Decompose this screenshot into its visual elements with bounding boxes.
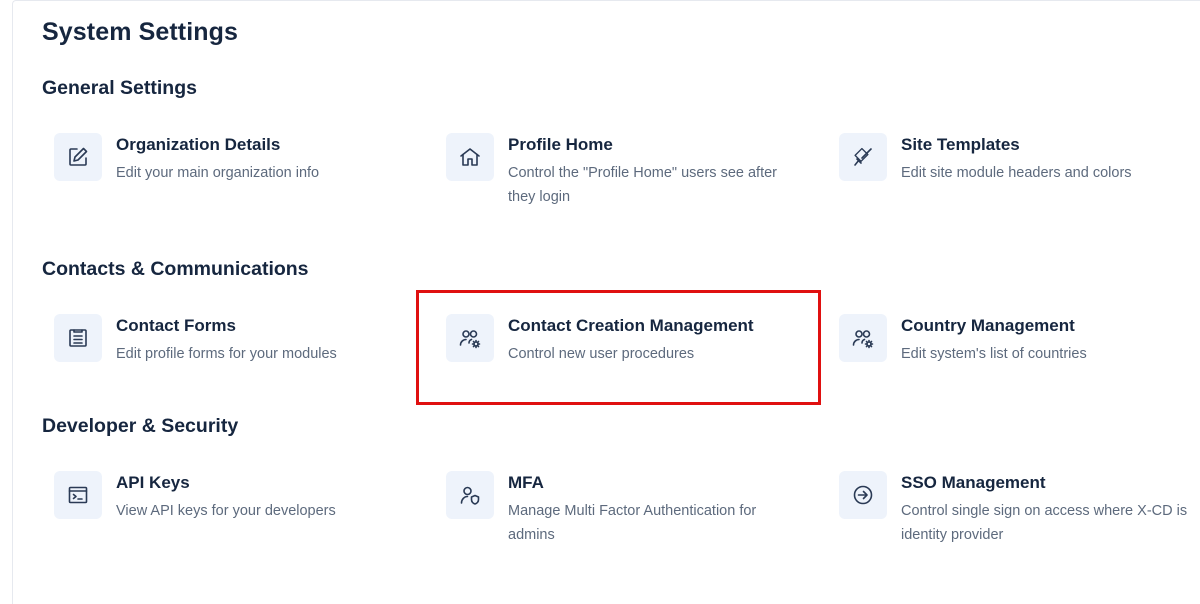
sign-in-icon [839, 471, 887, 519]
setting-description: Edit your main organization info [116, 165, 320, 181]
setting-site-templates[interactable]: Site Templates Edit site module headers … [839, 133, 1200, 213]
setting-title[interactable]: Site Templates [901, 135, 1020, 155]
setting-description: Manage Multi Factor Authentication for a… [508, 503, 757, 543]
setting-title[interactable]: SSO Management [901, 473, 1046, 493]
setting-description: View API keys for your developers [116, 503, 336, 519]
setting-title[interactable]: Contact Forms [116, 316, 236, 336]
user-shield-icon [446, 471, 494, 519]
setting-organization-details[interactable]: Organization Details Edit your main orga… [54, 133, 434, 213]
setting-description: Edit system's list of countries [901, 346, 1087, 362]
users-gear-icon [839, 314, 887, 362]
setting-mfa[interactable]: MFA Manage Multi Factor Authentication f… [446, 471, 826, 551]
setting-description: Edit profile forms for your modules [116, 346, 337, 362]
setting-title[interactable]: MFA [508, 473, 544, 493]
section-title-contacts: Contacts & Communications [42, 258, 309, 280]
setting-sso-management[interactable]: SSO Management Control single sign on ac… [839, 471, 1200, 551]
setting-title[interactable]: Profile Home [508, 135, 613, 155]
setting-api-keys[interactable]: API Keys View API keys for your develope… [54, 471, 434, 551]
form-icon [54, 314, 102, 362]
setting-title[interactable]: Organization Details [116, 135, 280, 155]
terminal-icon [54, 471, 102, 519]
edit-icon [54, 133, 102, 181]
setting-title[interactable]: API Keys [116, 473, 190, 493]
setting-profile-home[interactable]: Profile Home Control the "Profile Home" … [446, 133, 826, 213]
setting-description: Control single sign on access where X-CD… [901, 503, 1188, 543]
setting-contact-forms[interactable]: Contact Forms Edit profile forms for you… [54, 314, 434, 394]
setting-country-management[interactable]: Country Management Edit system's list of… [839, 314, 1200, 394]
section-title-developer: Developer & Security [42, 415, 239, 437]
page-title: System Settings [42, 18, 239, 46]
section-title-general: General Settings [42, 77, 197, 99]
brush-icon [839, 133, 887, 181]
setting-description: Edit site module headers and colors [901, 165, 1132, 181]
setting-title[interactable]: Country Management [901, 316, 1075, 336]
setting-description: Control the "Profile Home" users see aft… [508, 165, 777, 205]
home-icon [446, 133, 494, 181]
highlight-box [416, 290, 821, 405]
